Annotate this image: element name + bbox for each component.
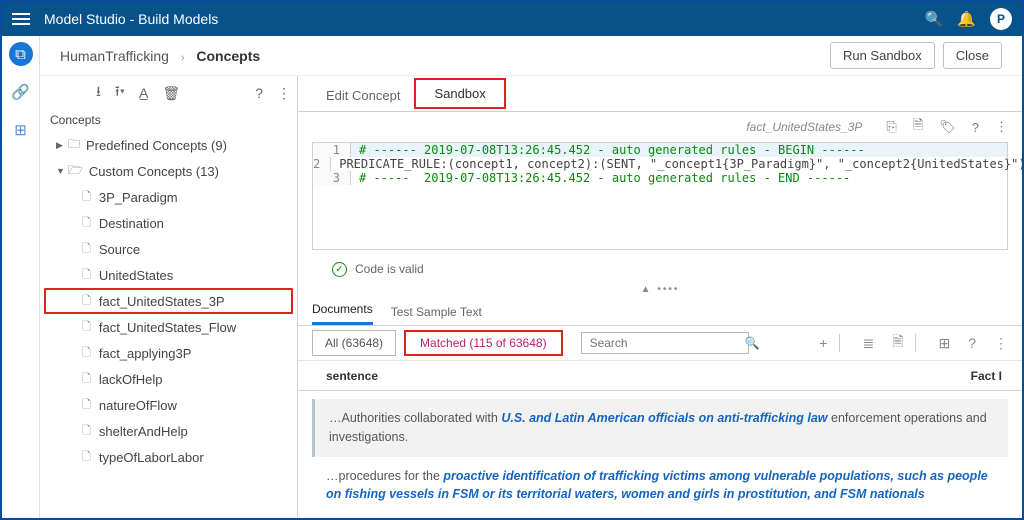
file-icon: 🗋 bbox=[82, 292, 91, 311]
tree-item-label: Destination bbox=[99, 216, 164, 231]
avatar[interactable]: P bbox=[990, 8, 1012, 30]
result-card[interactable]: …procedures for the proactive identifica… bbox=[312, 467, 1008, 515]
file-icon: 🗋 bbox=[82, 396, 91, 415]
filter-all[interactable]: All (63648) bbox=[312, 330, 396, 356]
results-col-fact[interactable]: Fact I bbox=[971, 369, 1002, 383]
tree-folder-predefined[interactable]: ▶ 🗀 Predefined Concepts (9) bbox=[44, 132, 293, 158]
menu-icon[interactable] bbox=[12, 13, 30, 25]
help2-icon[interactable]: ? bbox=[972, 120, 979, 135]
tab-test-sample[interactable]: Test Sample Text bbox=[391, 305, 482, 325]
result-pre: …procedures for the bbox=[326, 469, 443, 483]
rail-data-icon[interactable]: ⧉ bbox=[9, 42, 33, 66]
run-sandbox-button[interactable]: Run Sandbox bbox=[830, 42, 935, 69]
rename-icon[interactable]: A̲ bbox=[139, 85, 148, 101]
caret-right-icon: ▶ bbox=[56, 140, 68, 151]
file-icon: 🗋 bbox=[82, 370, 91, 389]
rail-pipeline-icon[interactable]: 🔗 bbox=[9, 80, 33, 104]
splitter-handle[interactable]: ▲ •••• bbox=[298, 284, 1022, 295]
caret-down-icon: ▼ bbox=[56, 166, 68, 176]
tree-item[interactable]: 🗋 3P_Paradigm bbox=[44, 184, 293, 210]
tree-item[interactable]: 🗋 fact_UnitedStates_3P bbox=[44, 288, 293, 314]
tree-item[interactable]: 🗋 fact_applying3P bbox=[44, 340, 293, 366]
breadcrumb: HumanTrafficking › Concepts bbox=[60, 48, 260, 64]
notifications-icon[interactable]: 🔔 bbox=[957, 10, 976, 28]
breadcrumb-project[interactable]: HumanTrafficking bbox=[60, 48, 169, 64]
doc-icon[interactable]: 🗎 bbox=[913, 116, 923, 138]
results-col-sentence[interactable]: sentence bbox=[326, 369, 378, 383]
file-icon: 🗋 bbox=[82, 422, 91, 441]
tree-item-label: natureOfFlow bbox=[99, 398, 177, 413]
tab-documents[interactable]: Documents bbox=[312, 302, 373, 325]
tree-item-label: fact_applying3P bbox=[99, 346, 192, 361]
tag-icon[interactable]: 🏷 bbox=[939, 119, 956, 135]
tree-item-label: fact_UnitedStates_Flow bbox=[99, 320, 236, 335]
tree-item-label: 3P_Paradigm bbox=[99, 190, 178, 205]
file-icon: 🗋 bbox=[82, 214, 91, 233]
code-filename: fact_UnitedStates_3P bbox=[746, 120, 862, 134]
help-icon[interactable]: ? bbox=[255, 85, 263, 101]
tree-item[interactable]: 🗋 lackOfHelp bbox=[44, 366, 293, 392]
tree-folder-label: Predefined Concepts (9) bbox=[86, 138, 227, 153]
grid-icon[interactable]: ⊞ bbox=[938, 335, 950, 352]
code-editor[interactable]: 1# ------ 2019-07-08T13:26:45.452 - auto… bbox=[312, 142, 1008, 250]
valid-check-icon: ✓ bbox=[332, 262, 347, 277]
filter-matched[interactable]: Matched (115 of 63648) bbox=[404, 330, 563, 356]
code-line: # ----- 2019-07-08T13:26:45.452 - auto g… bbox=[351, 171, 850, 185]
result-pre: …Authorities collaborated with bbox=[329, 411, 501, 425]
tree-item[interactable]: 🗋 fact_UnitedStates_Flow bbox=[44, 314, 293, 340]
copy-icon[interactable]: ⎘ bbox=[886, 119, 896, 135]
tree-item[interactable]: 🗋 typeOfLaborLabor bbox=[44, 444, 293, 470]
code-line: # ------ 2019-07-08T13:26:45.452 - auto … bbox=[351, 143, 865, 157]
tree-item[interactable]: 🗋 natureOfFlow bbox=[44, 392, 293, 418]
import-icon[interactable]: ⭳ bbox=[96, 81, 101, 105]
delete-icon[interactable]: 🗑 bbox=[162, 85, 180, 102]
file-icon: 🗋 bbox=[82, 240, 91, 259]
add-icon[interactable]: + bbox=[819, 335, 827, 351]
search-icon[interactable]: 🔍 bbox=[925, 10, 944, 28]
tree-item-label: fact_UnitedStates_3P bbox=[99, 294, 225, 309]
tree-item-label: UnitedStates bbox=[99, 268, 173, 283]
result-match: U.S. and Latin American officials on ant… bbox=[501, 411, 827, 425]
file-icon: 🗋 bbox=[82, 448, 91, 467]
breadcrumb-page: Concepts bbox=[196, 48, 260, 64]
help3-icon[interactable]: ? bbox=[968, 335, 976, 351]
file-icon: 🗋 bbox=[82, 344, 91, 363]
tree-item[interactable]: 🗋 shelterAndHelp bbox=[44, 418, 293, 444]
search-input[interactable] bbox=[590, 336, 745, 350]
search-input-wrap[interactable]: 🔍 bbox=[581, 332, 749, 354]
more2-icon[interactable]: ⋮ bbox=[995, 119, 1008, 135]
list-icon[interactable]: ≣ bbox=[862, 335, 874, 352]
tree-item-label: lackOfHelp bbox=[99, 372, 163, 387]
tree-folder-label: Custom Concepts (13) bbox=[89, 164, 219, 179]
search-icon2[interactable]: 🔍 bbox=[745, 336, 760, 350]
valid-message: Code is valid bbox=[355, 262, 424, 276]
tab-sandbox[interactable]: Sandbox bbox=[414, 78, 505, 109]
tree-item-label: Source bbox=[99, 242, 140, 257]
breadcrumb-sep: › bbox=[181, 52, 185, 64]
tree-item[interactable]: 🗋 Source bbox=[44, 236, 293, 262]
file-icon: 🗋 bbox=[82, 318, 91, 337]
result-card[interactable]: …Authorities collaborated with U.S. and … bbox=[312, 399, 1008, 457]
export-icon[interactable]: ⭱▾ bbox=[115, 81, 125, 105]
more3-icon[interactable]: ⋮ bbox=[994, 335, 1008, 352]
rail-settings-icon[interactable]: ⊞ bbox=[9, 118, 33, 142]
file-icon: 🗋 bbox=[82, 188, 91, 207]
close-button[interactable]: Close bbox=[943, 42, 1002, 69]
tree-item-label: shelterAndHelp bbox=[99, 424, 188, 439]
code-line: PREDICATE_RULE:(concept1, concept2):(SEN… bbox=[331, 157, 1022, 171]
tree-item-label: typeOfLaborLabor bbox=[99, 450, 204, 465]
tree-item[interactable]: 🗋 UnitedStates bbox=[44, 262, 293, 288]
page-icon[interactable]: 🗎 bbox=[892, 331, 903, 355]
tree-item[interactable]: 🗋 Destination bbox=[44, 210, 293, 236]
concepts-heading: Concepts bbox=[40, 110, 297, 130]
tab-edit-concept[interactable]: Edit Concept bbox=[312, 80, 414, 111]
tree-folder-custom[interactable]: ▼ 🗁 Custom Concepts (13) bbox=[44, 158, 293, 184]
folder-open-icon: 🗁 bbox=[68, 161, 83, 182]
app-title: Model Studio - Build Models bbox=[44, 11, 218, 27]
more-icon[interactable]: ⋮ bbox=[277, 85, 291, 102]
folder-icon: 🗀 bbox=[68, 135, 80, 156]
file-icon: 🗋 bbox=[82, 266, 91, 285]
